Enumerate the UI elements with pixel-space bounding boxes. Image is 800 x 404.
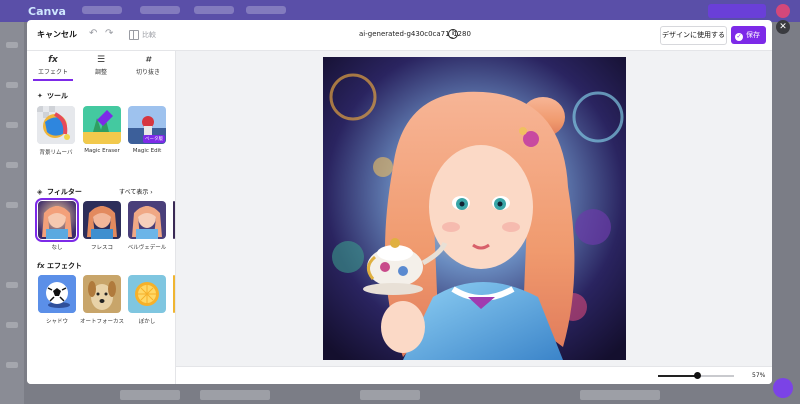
tool-label: Magic Edit: [132, 148, 162, 154]
zoom-slider[interactable]: [658, 372, 734, 379]
filter-label: ベルヴェデール: [127, 245, 167, 251]
close-modal-button[interactable]: ✕: [776, 20, 790, 34]
bg-thumb: [360, 390, 420, 400]
background-sidebar: [0, 22, 24, 404]
save-label: 保存: [746, 31, 760, 39]
see-all-label: すべて表示: [119, 189, 149, 196]
filter-label: なし: [51, 245, 63, 251]
tab-label: エフェクト: [37, 69, 68, 76]
tab-effects[interactable]: fx エフェクト: [31, 51, 75, 81]
tool-label: 背景リムーバ: [39, 150, 73, 156]
tab-label: 切り抜き: [135, 69, 160, 76]
bg-menu-item: [140, 6, 180, 14]
magic-eraser-thumb: [83, 106, 121, 144]
bg-design-button: [708, 4, 766, 18]
bg-thumb: [200, 390, 270, 400]
bg-menu-item: [82, 6, 122, 14]
filter-more-peek[interactable]: [173, 201, 175, 239]
bg-avatar: [776, 4, 790, 18]
bg-thumb: [120, 390, 180, 400]
panel-tabs: fx エフェクト ☰ 調整 ⌗ 切り抜き: [27, 51, 175, 81]
shadow-effect-thumb: [38, 275, 76, 313]
filter-fresco-thumb: [83, 201, 121, 239]
info-icon[interactable]: i: [448, 29, 458, 39]
image-canvas: [176, 51, 772, 366]
tool-magic-edit[interactable]: ベータ版: [128, 106, 166, 144]
chevron-right-icon: ›: [150, 189, 153, 196]
beta-badge: ベータ版: [143, 135, 165, 143]
tool-bg-remover[interactable]: [37, 106, 75, 144]
edit-side-panel: fx エフェクト ☰ 調整 ⌗ 切り抜き ✦ ツール 背景リムーバ Magic …: [27, 51, 176, 384]
tool-label: Magic Eraser: [84, 148, 120, 154]
bg-menu-item: [246, 6, 286, 14]
blur-effect-thumb: [128, 275, 166, 313]
compare-icon[interactable]: [129, 30, 139, 40]
undo-icon[interactable]: ↶: [89, 28, 97, 39]
effects-title: エフェクト: [47, 262, 82, 270]
tools-heading: ✦ ツール: [37, 91, 68, 101]
filter-label: フレスコ: [90, 245, 113, 251]
filters-heading: ◈ フィルター: [37, 187, 82, 197]
effect-more-peek[interactable]: [173, 275, 175, 313]
crop-icon: ⌗: [145, 55, 151, 65]
zoom-slider-fill: [658, 375, 698, 377]
fx-icon: fx: [37, 262, 45, 270]
sparkle-icon: ✦: [37, 92, 43, 100]
bg-menu-item: [194, 6, 234, 14]
see-all-filters-link[interactable]: すべて表示 ›: [119, 187, 153, 196]
edited-image[interactable]: [323, 57, 626, 360]
photo-edit-modal: キャンセル ↶ ↷ 比較 ai-generated-g430c0ca71_128…: [27, 20, 772, 384]
bg-thumb: [580, 390, 660, 400]
sliders-icon: ☰: [96, 55, 106, 65]
effects-heading: fx エフェクト: [37, 261, 82, 271]
filter-icon: ◈: [37, 188, 43, 196]
effect-label: シャドウ: [45, 319, 68, 325]
background-app-header: Canva: [0, 0, 800, 22]
effect-autofocus[interactable]: [83, 275, 121, 313]
effect-blur[interactable]: [128, 275, 166, 313]
zoom-level: 57%: [752, 372, 766, 379]
filter-fresco[interactable]: [83, 201, 121, 239]
effect-label: ぼかし: [138, 319, 156, 325]
zoom-bar: 57%: [176, 366, 772, 384]
filter-none[interactable]: [35, 198, 79, 242]
tool-magic-eraser[interactable]: [83, 106, 121, 144]
filter-belvedere[interactable]: [128, 201, 166, 239]
redo-icon[interactable]: ↷: [105, 28, 113, 39]
filter-none-thumb: [38, 201, 76, 239]
tab-adjust[interactable]: ☰ 調整: [79, 51, 123, 81]
girl-with-teapot-illustration: [323, 57, 626, 360]
filters-title: フィルター: [47, 188, 82, 196]
zoom-slider-handle[interactable]: [694, 372, 702, 379]
check-icon: ✓: [735, 33, 743, 41]
fx-icon: fx: [48, 55, 58, 65]
app-logo: Canva: [28, 5, 66, 18]
effect-label: オートフォーカス: [79, 319, 124, 325]
tab-crop[interactable]: ⌗ 切り抜き: [126, 51, 170, 81]
save-button[interactable]: ✓ 保存: [731, 26, 766, 44]
effect-shadow[interactable]: [38, 275, 76, 313]
bg-remover-thumb: [37, 106, 75, 144]
compare-button[interactable]: 比較: [142, 30, 156, 40]
modal-header: キャンセル ↶ ↷ 比較 ai-generated-g430c0ca71_128…: [27, 20, 772, 51]
use-in-design-button[interactable]: デザインに使用する: [660, 26, 727, 45]
filter-belvedere-thumb: [128, 201, 166, 239]
cancel-button[interactable]: キャンセル: [37, 29, 77, 40]
tools-title: ツール: [47, 92, 68, 100]
help-fab: [773, 378, 793, 398]
autofocus-effect-thumb: [83, 275, 121, 313]
tab-label: 調整: [94, 69, 107, 76]
